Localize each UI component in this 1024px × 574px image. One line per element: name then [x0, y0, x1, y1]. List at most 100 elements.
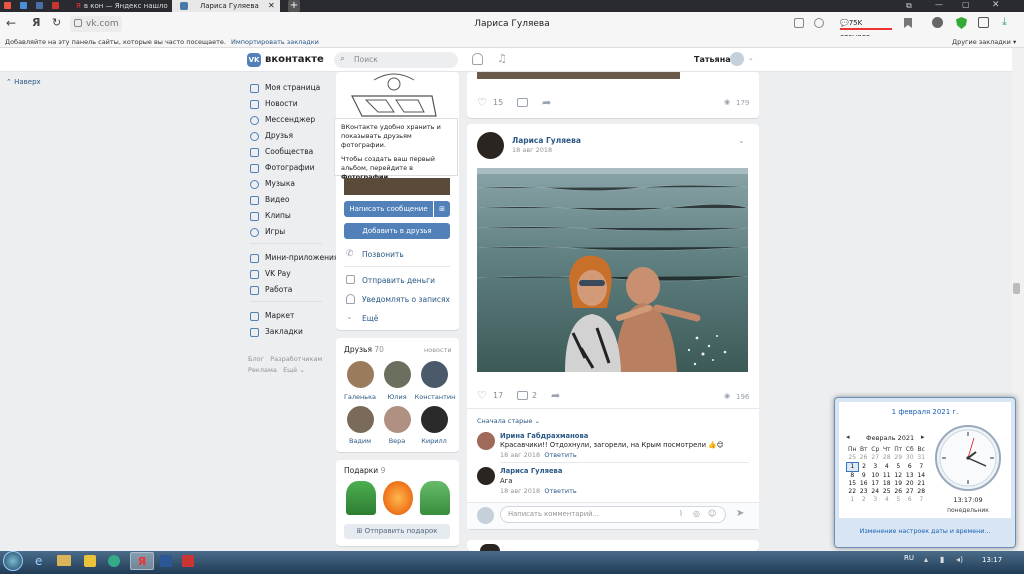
search-input[interactable]: ⌕ Поиск: [334, 52, 458, 68]
next-post-avatar[interactable]: [480, 544, 500, 551]
import-bookmarks-link[interactable]: Импортировать закладки: [231, 38, 319, 46]
reply-button[interactable]: Ответить: [544, 487, 576, 495]
calendar-day[interactable]: 2: [858, 463, 870, 472]
comments-sort-dropdown[interactable]: Сначала старые ⌄: [477, 417, 540, 425]
friend-avatar[interactable]: [384, 406, 411, 433]
calendar-day[interactable]: 2: [858, 496, 870, 504]
comment-author[interactable]: Ирина Габдрахманова: [500, 432, 588, 440]
downloads-icon[interactable]: ⤓: [1002, 15, 1007, 29]
vk-logo-text[interactable]: вконтакте: [265, 53, 324, 67]
vk-logo-icon[interactable]: VK: [247, 53, 261, 67]
date-header-link[interactable]: 1 февраля 2021 г.: [839, 408, 1011, 416]
calendar-day[interactable]: 22: [847, 488, 859, 496]
calendar-day[interactable]: 15: [847, 480, 859, 488]
footer-link-dev[interactable]: Разработчикам: [270, 355, 322, 363]
gifts-header[interactable]: Подарки 9: [344, 466, 385, 475]
language-indicator[interactable]: RU: [904, 554, 914, 562]
footer-link-more[interactable]: Ещё ⌄: [283, 366, 305, 374]
gift-icon[interactable]: ⊞: [434, 201, 450, 217]
share-icon[interactable]: ➦: [551, 389, 560, 402]
start-button[interactable]: [3, 551, 23, 571]
vk-tab-icon[interactable]: [36, 2, 43, 9]
friend-avatar[interactable]: [384, 361, 411, 388]
window-minimize-icon[interactable]: —: [935, 0, 943, 9]
calendar-month[interactable]: Февраль 2021: [866, 434, 914, 442]
call-button[interactable]: Позвонить: [362, 250, 404, 259]
post-photo[interactable]: [477, 168, 748, 372]
calendar-day[interactable]: 27: [870, 454, 882, 463]
like-icon[interactable]: ♡: [477, 96, 487, 109]
next-month-arrow[interactable]: ▸: [921, 433, 925, 441]
calendar-day[interactable]: 12: [893, 472, 905, 481]
emoji-icon[interactable]: ☺: [708, 509, 716, 518]
reader-icon[interactable]: [814, 18, 824, 28]
calendar-day[interactable]: 28: [881, 454, 893, 463]
calendar-day[interactable]: 25: [847, 454, 859, 463]
date-time-settings-link[interactable]: Изменение настроек даты и времени...: [839, 528, 1011, 535]
other-bookmarks-button[interactable]: Другие закладки ▾: [952, 36, 1016, 48]
calendar-day[interactable]: 20: [904, 480, 916, 488]
friends-updates-link[interactable]: новости: [424, 346, 452, 354]
calendar-day[interactable]: 26: [858, 454, 870, 463]
send-money-button[interactable]: Отправить деньги: [362, 276, 435, 285]
friend-name[interactable]: Галенька: [340, 393, 380, 401]
gift-image-tree[interactable]: [346, 481, 376, 515]
post-author-avatar[interactable]: [477, 132, 504, 159]
post-author-name[interactable]: Лариса Гуляева: [512, 136, 581, 145]
attach-icon[interactable]: ⌇: [679, 509, 683, 518]
app-icon[interactable]: [182, 555, 194, 567]
comment-icon[interactable]: [517, 391, 528, 400]
comment-icon[interactable]: [517, 98, 528, 107]
calendar-day[interactable]: 7: [916, 496, 928, 504]
friend-name[interactable]: Вадим: [340, 437, 380, 445]
camera-icon[interactable]: ◎: [693, 509, 700, 518]
calendar-day[interactable]: 28: [916, 488, 928, 496]
more-button[interactable]: Ещё: [362, 314, 378, 323]
footer-link-blog[interactable]: Блог: [248, 355, 264, 363]
calendar-day[interactable]: 24: [870, 488, 882, 496]
network-icon[interactable]: ▮: [940, 555, 944, 564]
ie-icon[interactable]: e: [35, 554, 42, 568]
calendar-day[interactable]: 26: [893, 488, 905, 496]
mail-icon[interactable]: [20, 2, 27, 9]
friend-avatar[interactable]: [347, 361, 374, 388]
gift-image-character[interactable]: [383, 481, 413, 515]
write-message-button[interactable]: Написать сообщение: [344, 201, 433, 217]
word-icon[interactable]: [160, 555, 172, 567]
tab-larisa[interactable]: Лариса Гуляева ✕: [172, 0, 280, 12]
close-tab-icon[interactable]: ✕: [268, 0, 275, 12]
calendar-day[interactable]: 1: [847, 496, 859, 504]
post-menu-chevron-icon[interactable]: ⌄: [738, 136, 745, 145]
friend-name[interactable]: Юлия: [377, 393, 417, 401]
calendar-day[interactable]: 21: [916, 480, 928, 488]
calendar-day[interactable]: 11: [881, 472, 893, 481]
tab-yandex-search[interactable]: Яв кон — Яндекс нашлось: [76, 0, 168, 12]
calendar-day[interactable]: 5: [893, 496, 905, 504]
friend-avatar[interactable]: [421, 361, 448, 388]
comment-avatar[interactable]: [477, 432, 495, 450]
calendar-day[interactable]: 16: [858, 480, 870, 488]
calendar-day[interactable]: 9: [858, 472, 870, 481]
calendar-day[interactable]: 13: [904, 472, 916, 481]
calendar-day[interactable]: 5: [893, 463, 905, 472]
calendar-day[interactable]: 30: [904, 454, 916, 463]
window-maximize-icon[interactable]: ▢: [962, 0, 970, 9]
calendar-day[interactable]: 27: [904, 488, 916, 496]
comment-avatar[interactable]: [477, 467, 495, 485]
reply-button[interactable]: Ответить: [544, 451, 576, 459]
notify-button[interactable]: Уведомлять о записях: [362, 295, 450, 304]
friends-header[interactable]: Друзья 70: [344, 345, 384, 354]
prev-month-arrow[interactable]: ◂: [846, 433, 850, 441]
calendar-day[interactable]: 4: [881, 463, 893, 472]
tab-menu-icon[interactable]: ⧉: [906, 1, 912, 11]
calendar-day[interactable]: 3: [870, 463, 882, 472]
friend-name[interactable]: Вера: [377, 437, 417, 445]
friend-avatar[interactable]: [421, 406, 448, 433]
yandex-tab-icon[interactable]: [52, 2, 59, 9]
calendar-day[interactable]: 25: [881, 488, 893, 496]
calendar-day[interactable]: 10: [870, 472, 882, 481]
comment-author[interactable]: Лариса Гуляева: [500, 467, 562, 475]
user-name[interactable]: Татьяна: [694, 55, 731, 64]
calendar-day[interactable]: 6: [904, 496, 916, 504]
calendar-day[interactable]: 7: [916, 463, 928, 472]
